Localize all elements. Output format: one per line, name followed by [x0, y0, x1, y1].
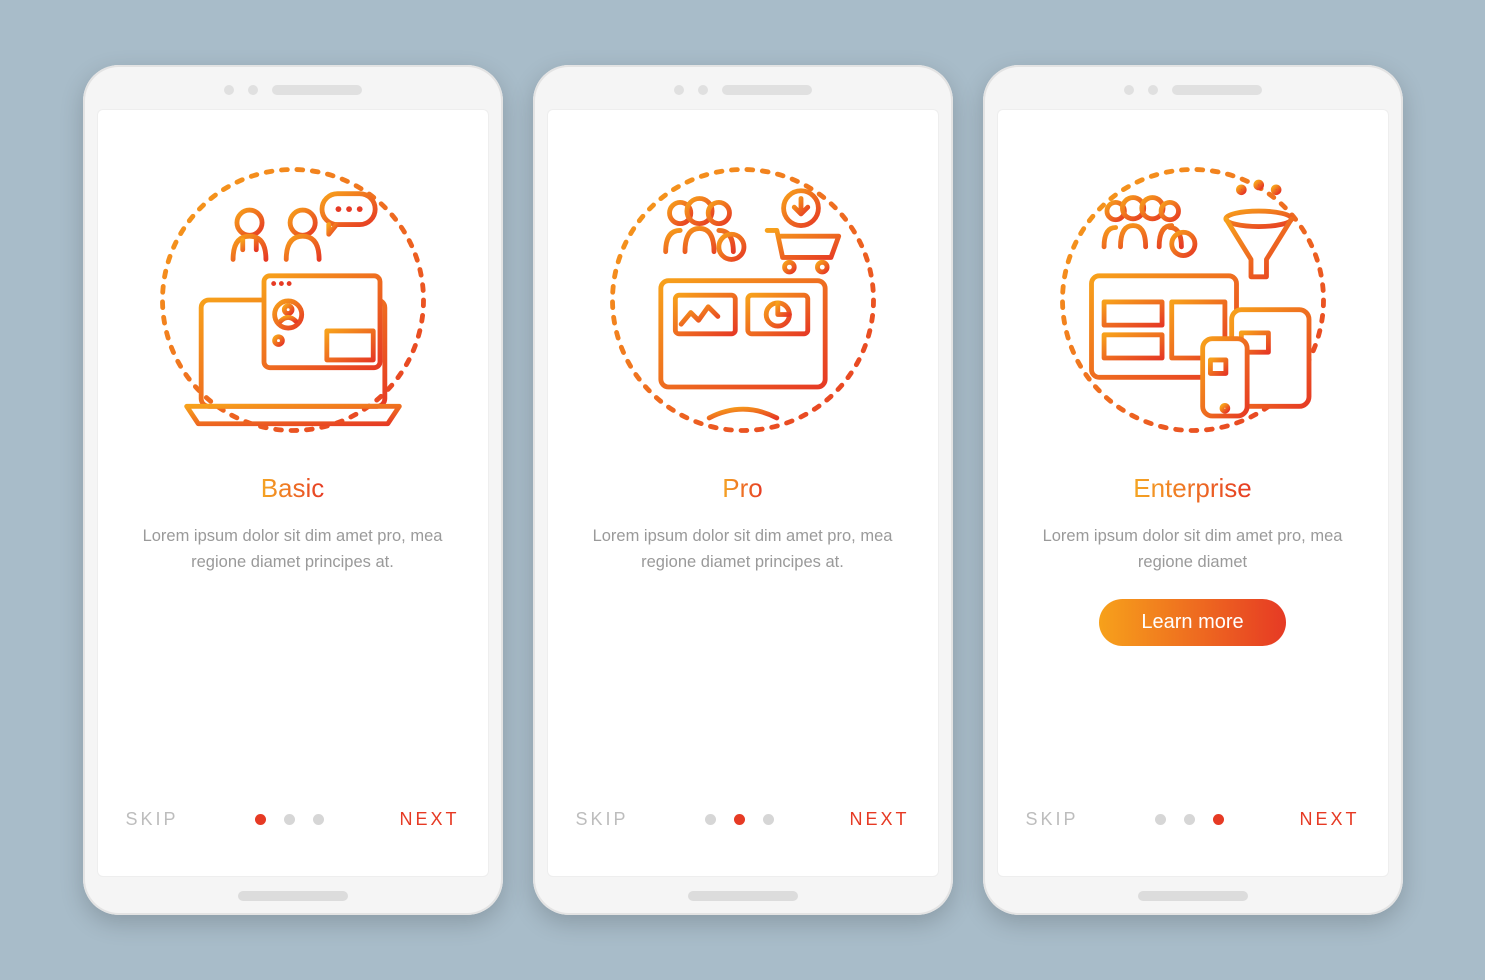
screen-description: Lorem ipsum dolor sit dim amet pro, mea …	[583, 524, 903, 575]
phone-frame-1: Basic Lorem ipsum dolor sit dim amet pro…	[83, 65, 503, 915]
home-indicator	[688, 891, 798, 901]
skip-button[interactable]: SKIP	[126, 809, 179, 830]
screen-description: Lorem ipsum dolor sit dim amet pro, mea …	[1033, 524, 1353, 575]
next-button[interactable]: NEXT	[399, 809, 459, 830]
learn-more-button[interactable]: Learn more	[1099, 599, 1285, 646]
onboarding-stage: Basic Lorem ipsum dolor sit dim amet pro…	[33, 5, 1453, 975]
page-dot-1[interactable]	[705, 814, 716, 825]
page-dots	[1155, 814, 1224, 825]
nav-row: SKIP NEXT	[1026, 809, 1360, 830]
screen-title: Pro	[722, 473, 762, 504]
onboarding-screen-enterprise: Enterprise Lorem ipsum dolor sit dim ame…	[997, 109, 1389, 877]
page-dot-2[interactable]	[734, 814, 745, 825]
home-indicator	[238, 891, 348, 901]
skip-button[interactable]: SKIP	[1026, 809, 1079, 830]
page-dot-3[interactable]	[763, 814, 774, 825]
skip-button[interactable]: SKIP	[576, 809, 629, 830]
screen-title: Enterprise	[1133, 473, 1252, 504]
page-dot-1[interactable]	[1155, 814, 1166, 825]
page-dot-2[interactable]	[284, 814, 295, 825]
nav-row: SKIP NEXT	[576, 809, 910, 830]
enterprise-illustration	[1048, 155, 1338, 445]
phone-frame-3: Enterprise Lorem ipsum dolor sit dim ame…	[983, 65, 1403, 915]
next-button[interactable]: NEXT	[1299, 809, 1359, 830]
page-dot-3[interactable]	[313, 814, 324, 825]
screen-title: Basic	[261, 473, 325, 504]
page-dot-1[interactable]	[255, 814, 266, 825]
phone-speaker	[997, 79, 1389, 101]
phone-speaker	[97, 79, 489, 101]
pro-illustration	[598, 155, 888, 445]
onboarding-screen-pro: Pro Lorem ipsum dolor sit dim amet pro, …	[547, 109, 939, 877]
screen-description: Lorem ipsum dolor sit dim amet pro, mea …	[133, 524, 453, 575]
page-dot-3[interactable]	[1213, 814, 1224, 825]
next-button[interactable]: NEXT	[849, 809, 909, 830]
phone-speaker	[547, 79, 939, 101]
nav-row: SKIP NEXT	[126, 809, 460, 830]
page-dots	[705, 814, 774, 825]
basic-illustration	[148, 155, 438, 445]
onboarding-screen-basic: Basic Lorem ipsum dolor sit dim amet pro…	[97, 109, 489, 877]
page-dots	[255, 814, 324, 825]
page-dot-2[interactable]	[1184, 814, 1195, 825]
phone-frame-2: Pro Lorem ipsum dolor sit dim amet pro, …	[533, 65, 953, 915]
home-indicator	[1138, 891, 1248, 901]
